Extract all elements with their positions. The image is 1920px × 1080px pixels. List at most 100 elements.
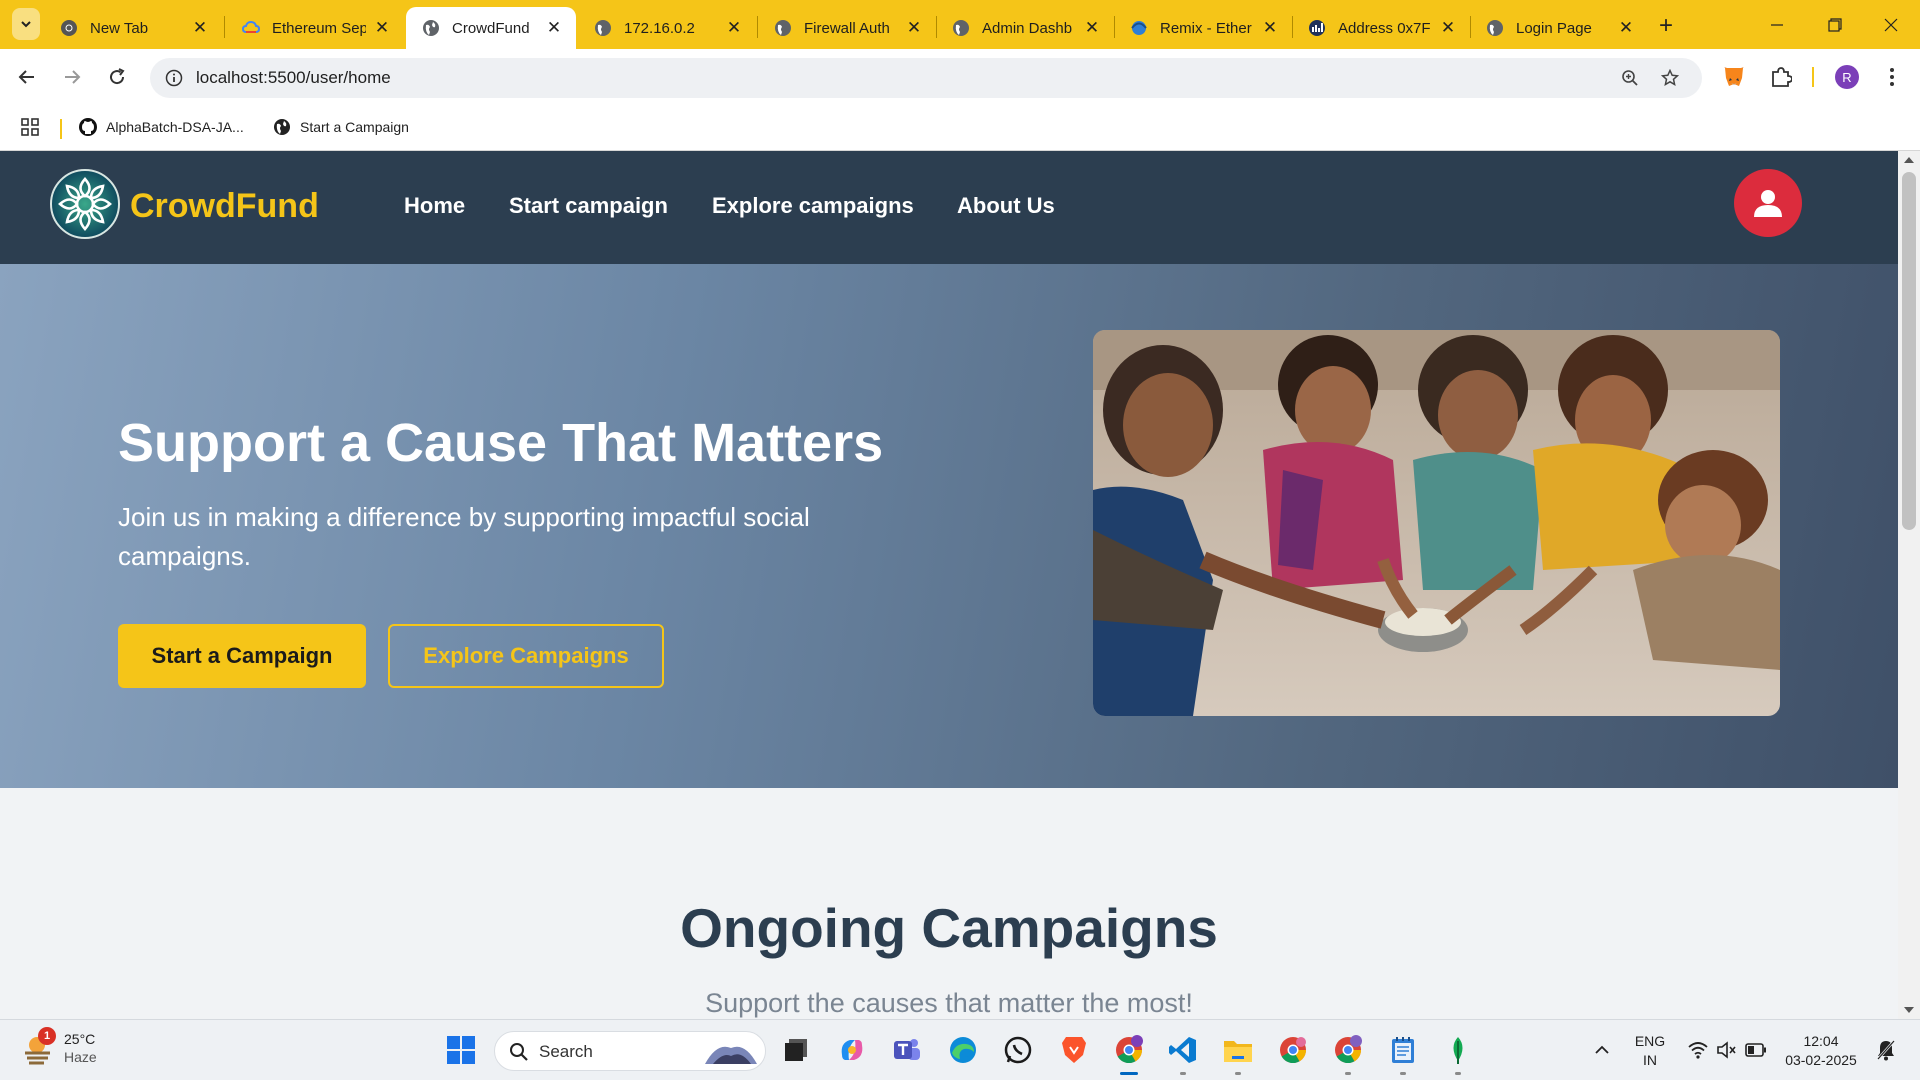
close-icon[interactable]: ✕ <box>1616 18 1636 38</box>
weather-haze-icon: 1 <box>22 1027 56 1065</box>
address-bar[interactable]: localhost:5500/user/home <box>150 58 1702 98</box>
battery-button[interactable] <box>1738 1032 1774 1068</box>
profile-avatar[interactable]: R <box>1835 65 1859 89</box>
tab-ip-address[interactable]: 172.16.0.2 ✕ <box>578 7 756 49</box>
bookmark-label: AlphaBatch-DSA-JA... <box>106 119 244 135</box>
tab-address[interactable]: Address 0x7F ✕ <box>1292 7 1470 49</box>
task-view-button[interactable] <box>778 1032 814 1068</box>
close-icon[interactable]: ✕ <box>904 18 924 38</box>
page-scrollbar[interactable] <box>1898 151 1920 1019</box>
site-navbar: CrowdFund Home Start campaign Explore ca… <box>0 151 1898 264</box>
running-indicator <box>1180 1072 1186 1075</box>
tab-title: Admin Dashb <box>982 19 1073 37</box>
tab-divider <box>224 16 225 38</box>
mongodb-compass-button[interactable] <box>1440 1032 1476 1068</box>
start-button[interactable] <box>443 1032 479 1068</box>
globe-icon <box>594 19 612 37</box>
bookmark-start-campaign[interactable]: Start a Campaign <box>272 117 409 137</box>
nav-home[interactable]: Home <box>404 193 465 219</box>
close-icon[interactable]: ✕ <box>372 18 392 38</box>
tab-title: Firewall Auth <box>804 19 890 37</box>
running-indicator <box>1400 1072 1406 1075</box>
new-tab-button[interactable]: + <box>1652 12 1680 40</box>
brave-button[interactable] <box>1056 1032 1092 1068</box>
apps-button[interactable] <box>20 117 48 137</box>
tab-login-page[interactable]: Login Page ✕ <box>1470 7 1648 49</box>
whatsapp-icon <box>1004 1036 1032 1064</box>
taskbar-search[interactable]: Search <box>494 1031 766 1071</box>
extensions-puzzle-icon[interactable] <box>1767 63 1795 91</box>
teams-button[interactable] <box>889 1032 925 1068</box>
explore-campaigns-button[interactable]: Explore Campaigns <box>388 624 664 688</box>
running-indicator <box>1235 1072 1241 1075</box>
cloud-icon <box>242 19 260 37</box>
tab-new-tab[interactable]: New Tab ✕ <box>44 7 222 49</box>
clock[interactable]: 12:04 03-02-2025 <box>1780 1032 1862 1070</box>
scrollbar-thumb[interactable] <box>1902 172 1916 530</box>
brand-name[interactable]: CrowdFund <box>130 187 319 226</box>
more-menu-icon[interactable] <box>1878 63 1906 91</box>
bookmark-star-icon[interactable] <box>1658 66 1682 90</box>
notifications-button[interactable] <box>1868 1032 1904 1068</box>
tab-ethereum[interactable]: Ethereum Sep ✕ <box>226 7 404 49</box>
vscode-icon <box>1169 1037 1196 1063</box>
scroll-down-arrow-icon[interactable] <box>1904 1007 1914 1013</box>
close-icon <box>1884 18 1898 31</box>
edge-button[interactable] <box>945 1032 981 1068</box>
close-icon[interactable]: ✕ <box>544 18 564 38</box>
chrome-m-button[interactable] <box>1330 1032 1366 1068</box>
tab-title: Ethereum Sep <box>272 19 366 37</box>
running-indicator <box>1345 1072 1351 1075</box>
tab-title: Remix - Ether <box>1160 19 1252 37</box>
nav-about-us[interactable]: About Us <box>957 193 1055 219</box>
language-line2: IN <box>1643 1052 1657 1068</box>
tab-admin-dashboard[interactable]: Admin Dashb ✕ <box>936 7 1114 49</box>
notepad-button[interactable] <box>1385 1032 1421 1068</box>
crowdfund-logo[interactable] <box>50 169 120 239</box>
copilot-button[interactable] <box>834 1032 870 1068</box>
browser-tab-strip: New Tab ✕ Ethereum Sep ✕ CrowdFund ✕ 172… <box>0 0 1920 49</box>
vscode-button[interactable] <box>1165 1032 1201 1068</box>
globe-icon <box>774 19 792 37</box>
close-icon[interactable]: ✕ <box>1260 18 1280 38</box>
bookmark-alphabatch[interactable]: AlphaBatch-DSA-JA... <box>78 117 244 137</box>
tab-search-button[interactable] <box>12 8 40 40</box>
tab-remix[interactable]: Remix - Ether ✕ <box>1114 7 1292 49</box>
notepad-icon <box>1392 1037 1414 1063</box>
weather-widget[interactable]: 1 25°C Haze <box>22 1027 97 1066</box>
close-icon[interactable]: ✕ <box>1082 18 1102 38</box>
reload-button[interactable] <box>101 61 133 93</box>
teams-icon <box>894 1039 920 1060</box>
weather-temp: 25°C <box>64 1031 96 1047</box>
chrome-icon <box>1116 1035 1143 1064</box>
url-text[interactable]: localhost:5500/user/home <box>196 68 391 88</box>
minimize-button[interactable] <box>1748 0 1806 49</box>
whatsapp-button[interactable] <box>1000 1032 1036 1068</box>
metamask-icon[interactable] <box>1720 63 1748 91</box>
globe-icon <box>272 117 292 137</box>
tab-crowdfund[interactable]: CrowdFund ✕ <box>406 7 576 49</box>
restore-button[interactable] <box>1806 0 1864 49</box>
tab-firewall-auth[interactable]: Firewall Auth ✕ <box>758 7 936 49</box>
language-indicator[interactable]: ENG IN <box>1628 1032 1672 1070</box>
back-button[interactable] <box>11 61 43 93</box>
start-campaign-button[interactable]: Start a Campaign <box>118 624 366 688</box>
file-explorer-button[interactable] <box>1220 1032 1256 1068</box>
close-icon[interactable]: ✕ <box>190 18 210 38</box>
site-info-icon[interactable] <box>162 66 186 90</box>
chrome-profile-button[interactable] <box>1275 1032 1311 1068</box>
nav-start-campaign[interactable]: Start campaign <box>509 193 668 219</box>
close-icon[interactable]: ✕ <box>724 18 744 38</box>
show-hidden-icons-button[interactable] <box>1584 1032 1620 1068</box>
tab-title: 172.16.0.2 <box>624 19 695 37</box>
close-icon[interactable]: ✕ <box>1438 18 1458 38</box>
user-profile-button[interactable] <box>1734 169 1802 237</box>
forward-button[interactable] <box>56 61 88 93</box>
close-window-button[interactable] <box>1862 0 1920 49</box>
scroll-up-arrow-icon[interactable] <box>1904 157 1914 163</box>
chrome-r-button[interactable] <box>1111 1032 1147 1068</box>
remix-icon <box>1130 19 1148 37</box>
nav-explore-campaigns[interactable]: Explore campaigns <box>712 193 914 219</box>
weather-condition: Haze <box>64 1049 97 1065</box>
zoom-icon[interactable] <box>1618 66 1642 90</box>
